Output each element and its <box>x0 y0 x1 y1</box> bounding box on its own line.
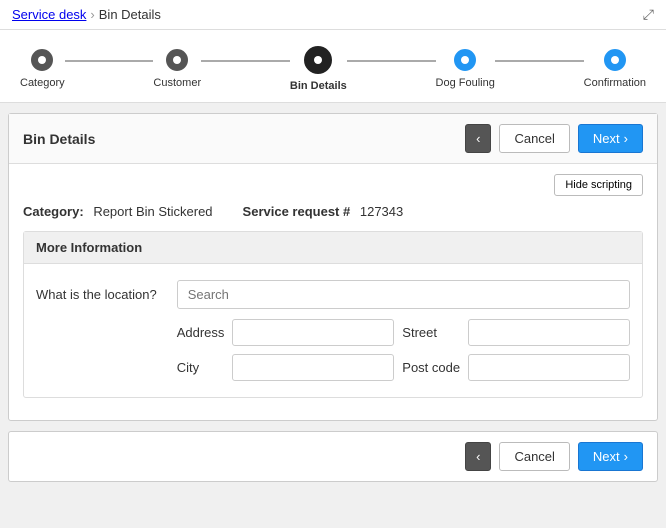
chevron-left-icon: ‹ <box>476 131 480 146</box>
next-label: Next <box>593 131 620 146</box>
step-label-bin-details: Bin Details <box>290 80 347 92</box>
step-circle-dog-fouling <box>454 49 476 71</box>
page-title: Bin Details <box>23 131 95 147</box>
postcode-label: Post code <box>402 360 460 375</box>
bottom-chevron-left-icon: ‹ <box>476 449 480 464</box>
address-input[interactable] <box>232 319 394 346</box>
category-label: Category: <box>23 204 84 219</box>
street-input[interactable] <box>468 319 630 346</box>
step-label-dog-fouling: Dog Fouling <box>436 77 495 89</box>
city-input[interactable] <box>232 354 394 381</box>
bottom-bar: ‹ Cancel Next › <box>8 431 658 482</box>
main-content: Bin Details ‹ Cancel Next › Hide scripti… <box>8 113 658 421</box>
connector-2 <box>201 60 290 62</box>
service-request-value: 127343 <box>360 204 403 219</box>
category-value: Report Bin Stickered <box>93 204 212 219</box>
category-info: Category: Report Bin Stickered <box>23 204 213 219</box>
breadcrumb-current: Bin Details <box>99 7 161 22</box>
step-circle-category <box>31 49 53 71</box>
hide-scripting-button[interactable]: Hide scripting <box>554 174 643 196</box>
location-label: What is the location? <box>36 280 157 304</box>
postcode-input[interactable] <box>468 354 630 381</box>
header-buttons: ‹ Cancel Next › <box>465 124 643 153</box>
step-label-customer: Customer <box>153 77 201 89</box>
step-label-category: Category <box>20 77 65 89</box>
step-circle-bin-details <box>304 46 332 74</box>
service-request-info: Service request # 127343 <box>243 204 404 219</box>
content-body: Hide scripting Category: Report Bin Stic… <box>9 164 657 420</box>
info-row: Category: Report Bin Stickered Service r… <box>23 204 643 219</box>
search-input[interactable] <box>177 280 630 309</box>
more-information-section: More Information What is the location? A… <box>23 231 643 398</box>
step-dog-fouling[interactable]: Dog Fouling <box>436 49 495 89</box>
top-bar: Service desk › Bin Details ⤢ <box>0 0 666 30</box>
bottom-next-button[interactable]: Next › <box>578 442 643 471</box>
back-button[interactable]: ‹ <box>465 124 491 153</box>
location-fields: Address Street City Post code <box>177 280 630 381</box>
cancel-button[interactable]: Cancel <box>499 124 569 153</box>
connector-4 <box>495 60 584 62</box>
section-body-more-info: What is the location? Address Street Cit… <box>24 264 642 397</box>
bottom-back-button[interactable]: ‹ <box>465 442 491 471</box>
step-category[interactable]: Category <box>20 49 65 89</box>
hide-scripting-row: Hide scripting <box>23 174 643 196</box>
next-button[interactable]: Next › <box>578 124 643 153</box>
step-bin-details[interactable]: Bin Details <box>290 46 347 92</box>
breadcrumb: Service desk › Bin Details <box>12 7 161 22</box>
street-label: Street <box>402 325 460 340</box>
section-header-more-info: More Information <box>24 232 642 264</box>
step-customer[interactable]: Customer <box>153 49 201 89</box>
service-request-label: Service request # <box>243 204 351 219</box>
step-circle-customer <box>166 49 188 71</box>
address-grid: Address Street City Post code <box>177 319 630 381</box>
stepper-container: Category Customer Bin Details Dog Foulin… <box>0 30 666 103</box>
content-header: Bin Details ‹ Cancel Next › <box>9 114 657 164</box>
address-label: Address <box>177 325 225 340</box>
step-circle-confirmation <box>604 49 626 71</box>
connector-3 <box>347 60 436 62</box>
bottom-cancel-button[interactable]: Cancel <box>499 442 569 471</box>
connector-1 <box>65 60 154 62</box>
breadcrumb-separator: › <box>90 7 94 22</box>
stepper: Category Customer Bin Details Dog Foulin… <box>20 46 646 92</box>
search-input-wrap <box>177 280 630 309</box>
chevron-right-icon: › <box>624 131 628 146</box>
breadcrumb-parent[interactable]: Service desk <box>12 7 86 22</box>
bottom-chevron-right-icon: › <box>624 449 628 464</box>
step-confirmation[interactable]: Confirmation <box>584 49 646 89</box>
city-label: City <box>177 360 225 375</box>
step-label-confirmation: Confirmation <box>584 77 646 89</box>
expand-icon[interactable]: ⤢ <box>643 6 654 23</box>
bottom-next-label: Next <box>593 449 620 464</box>
location-row: What is the location? Address Street Cit… <box>36 280 630 381</box>
